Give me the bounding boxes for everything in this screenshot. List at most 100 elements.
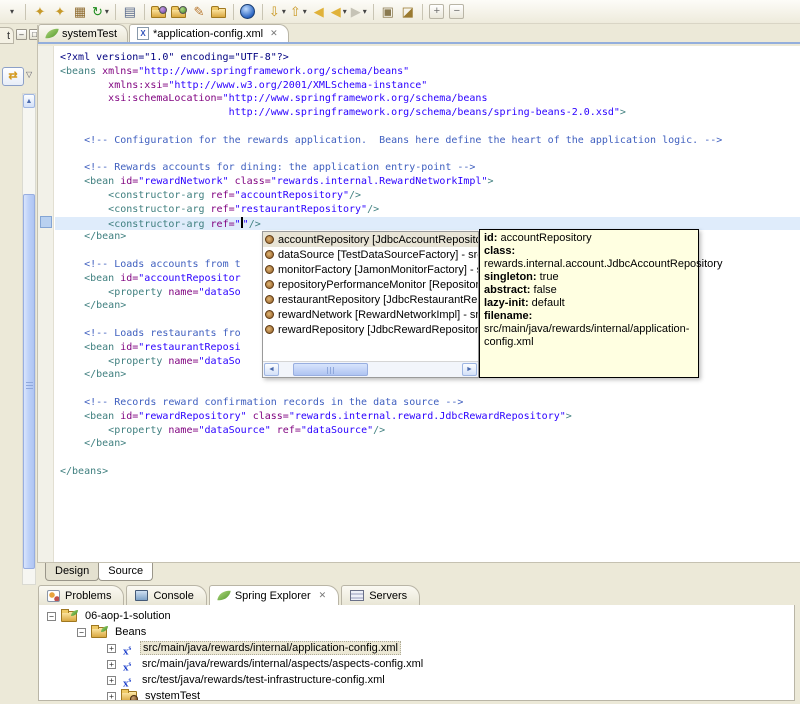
open-type-icon[interactable] [170,2,188,22]
export-icon[interactable]: ⇧ ▾ [289,2,308,22]
tab-design[interactable]: Design [45,563,100,581]
tree-item[interactable]: + xs src/main/java/rewards/internal/aspect… [39,656,794,673]
code-token: /> [349,189,362,201]
scroll-up-button[interactable]: ▲ [23,94,35,108]
scroll-left-button[interactable]: ◄ [264,363,279,376]
web-browser-icon[interactable] [239,2,257,22]
minimize-view-button[interactable]: – [16,29,27,40]
code-token: ref= [210,189,235,201]
export-glyph: ⇧ [289,3,301,19]
code-token: <bean [84,176,121,188]
collapse-twisty-icon[interactable]: − [77,627,86,637]
tooltip-row: id: accountRepository [484,232,694,245]
expand-all-icon[interactable]: + [428,2,446,22]
tooltip-field-value: default [528,297,565,309]
toolbar-separator [114,3,116,20]
tree-item[interactable]: − 06-aop-1-solution [39,608,794,624]
view-tab-servers[interactable]: Servers [341,585,421,605]
new-spring-bean-icon[interactable]: ✦ [51,2,69,22]
expand-twisty-icon[interactable]: + [107,643,116,653]
tree-item[interactable]: + xs src/main/java/rewards/internal/applic… [39,640,794,658]
dropdown-caret-icon[interactable]: ▾ [343,7,347,16]
completion-item[interactable]: monitorFactory [JamonMonitorFactory] - s… [263,262,478,277]
collapse-twisty-icon[interactable]: − [47,611,56,621]
tree-item[interactable]: + systemTest [39,688,794,700]
refresh-glyph: ↻ [92,3,103,19]
last-edit-location-icon[interactable]: ◀ [310,2,328,22]
dropdown-caret-icon[interactable]: ▾ [303,7,307,16]
scroll-right-button[interactable]: ► [462,363,477,376]
tab-source[interactable]: Source [98,563,154,581]
close-icon[interactable]: ✕ [319,590,327,601]
spring-explorer-tree[interactable]: − 06-aop-1-solution − Beans + xs src/main/java… [39,608,794,700]
clipped-view-tab[interactable]: t [0,27,14,44]
tree-item[interactable]: + xs src/test/java/rewards/test-infrastruc… [39,672,794,689]
back-icon[interactable]: ◀ ▾ [330,2,348,22]
open-resource-glyph [151,6,168,18]
code-line: <!-- Rewards accounts for dining: the ap… [60,161,800,175]
code-token: <constructor-arg [108,189,211,201]
code-token: "http://www.springframework.org/schema/b… [138,65,410,77]
view-tab-console[interactable]: Console [126,585,207,605]
refresh-icon[interactable]: ↻ ▾ [91,2,110,22]
view-tab-label: Spring Explorer [234,589,311,602]
completion-item-label: restaurantRepository [JdbcRestaurantRepo… [278,293,478,306]
completion-item[interactable]: restaurantRepository [JdbcRestaurantRepo… [263,292,478,307]
link-with-editor-icon[interactable]: ⇄ [2,67,24,86]
format-brush-icon[interactable]: ✎ [190,2,208,22]
annotation-ruler[interactable] [38,46,54,562]
open-folder-icon[interactable] [210,2,228,22]
expand-twisty-icon[interactable]: + [107,659,116,669]
code-token: "restaurantRepository" [234,203,368,215]
expand-twisty-icon[interactable]: + [107,691,116,700]
format-brush-glyph: ✎ [193,3,205,19]
show-properties-icon[interactable]: ▤ [121,2,139,22]
code-token: "http://www.w3.org/2001/XMLSchema-instan… [168,79,428,91]
view-tab-spring-explorer[interactable]: Spring Explorer ✕ [208,585,340,605]
completion-item[interactable]: rewardNetwork [RewardNetworkImpl] - src/… [263,307,478,322]
code-token: xmlns= [102,65,139,77]
dropdown-caret-icon[interactable]: ▾ [363,7,367,16]
completion-item[interactable]: dataSource [TestDataSourceFactory] - src… [263,247,478,262]
tooltip-row: lazy-init: default [484,297,694,310]
editor-tab-systemtest[interactable]: systemTest [38,24,129,42]
import-icon[interactable]: ⇩ ▾ [268,2,287,22]
code-token: "restaurantReposi [138,341,241,353]
editor-tab--application-config-xml[interactable]: X *application-config.xml ✕ [129,24,289,42]
view-menu-chevron-icon[interactable]: ▽ [26,70,32,79]
problems-icon [47,589,60,602]
completion-item[interactable]: repositoryPerformanceMonitor [Repository… [263,277,478,292]
bean-icon [265,310,274,319]
code-token: id= [120,176,139,188]
dropdown-caret-icon[interactable]: ▾ [282,7,286,16]
horizontal-scrollbar[interactable]: ◄ ► [263,361,478,377]
code-token: xmlns:xsi= [108,79,169,91]
completion-item[interactable]: rewardRepository [JdbcRewardRepository] … [263,322,478,337]
external-tools-icon[interactable]: ◪ [399,2,417,22]
toolbar-overflow-icon[interactable]: ▾ [2,2,20,22]
scrollbar-thumb[interactable] [293,363,368,376]
close-icon[interactable]: ✕ [270,28,278,39]
expand-twisty-icon[interactable]: + [107,675,116,685]
code-line: <beans xmlns="http://www.springframework… [60,65,800,79]
vertical-scrollbar[interactable]: ▲ [22,93,36,585]
scrollbar-thumb[interactable] [23,194,35,569]
view-tab-problems[interactable]: Problems [38,585,125,605]
code-line: <?xml version="1.0" encoding="UTF-8"?> [60,51,800,65]
tree-item[interactable]: − Beans [39,624,794,640]
spring-config-icon: xs [123,643,132,658]
completion-item[interactable]: accountRepository [JdbcAccountRepository… [263,232,478,247]
new-spring-project-icon[interactable]: ✦ [31,2,49,22]
code-token: "rewards.internal.RewardNetworkImpl" [270,176,488,188]
run-history-icon[interactable]: ▣ [379,2,397,22]
code-token: <!-- Records reward confirmation records… [84,396,464,408]
open-resource-icon[interactable] [150,2,168,22]
dropdown-caret-icon[interactable]: ▾ [105,7,109,16]
dropdown-caret-icon[interactable]: ▾ [10,7,14,16]
code-token: > [487,176,494,188]
new-package-icon[interactable]: ▦ [71,2,89,22]
collapse-all-icon[interactable]: − [448,2,466,22]
